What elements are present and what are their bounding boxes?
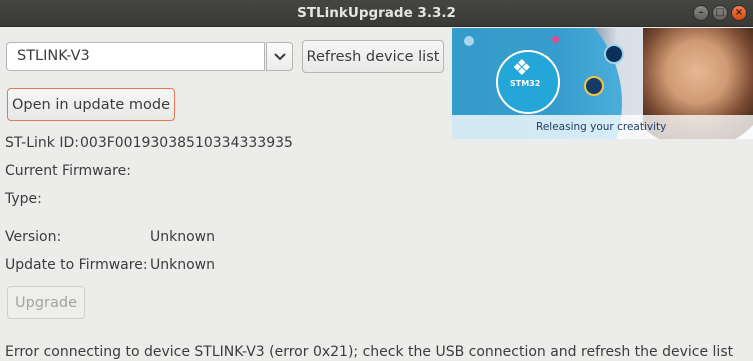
version-label: Version: <box>5 229 62 245</box>
maximize-button[interactable]: □ <box>712 5 728 21</box>
minimize-button[interactable]: – <box>693 5 709 21</box>
chevron-down-icon <box>273 52 286 60</box>
butterfly-icon: ❖ <box>512 56 532 81</box>
version-value: Unknown <box>150 229 215 245</box>
stm32-banner-image: ❖ STM32 Releasing your creativity <box>452 28 753 139</box>
type-label: Type: <box>5 191 42 207</box>
stm32-logo-text: STM32 <box>510 79 541 88</box>
banner-tagline: Releasing your creativity <box>452 115 753 139</box>
error-status-message: Error connecting to device STLINK-V3 (er… <box>5 344 734 360</box>
stlink-id-label: ST-Link ID: <box>5 135 79 151</box>
update-to-firmware-label: Update to Firmware: <box>5 257 148 273</box>
refresh-device-list-button[interactable]: Refresh device list <box>302 40 444 73</box>
upgrade-button[interactable]: Upgrade <box>7 286 85 319</box>
current-firmware-label: Current Firmware: <box>5 163 131 179</box>
stlink-upgrade-window: STLinkUpgrade 3.3.2 – □ × STLINK-V3 Refr… <box>0 0 753 361</box>
device-dropdown-button[interactable] <box>266 42 293 71</box>
update-to-firmware-value: Unknown <box>150 257 215 273</box>
title-bar: STLinkUpgrade 3.3.2 – □ × <box>0 0 753 27</box>
device-select[interactable]: STLINK-V3 <box>6 42 265 71</box>
window-title: STLinkUpgrade 3.3.2 <box>297 5 456 21</box>
close-button[interactable]: × <box>731 5 747 21</box>
open-in-update-mode-button[interactable]: Open in update mode <box>7 88 175 121</box>
music-icon <box>584 76 604 96</box>
tool-icon <box>604 44 624 64</box>
stlink-id-value: 003F00193038510334333935 <box>80 135 293 151</box>
